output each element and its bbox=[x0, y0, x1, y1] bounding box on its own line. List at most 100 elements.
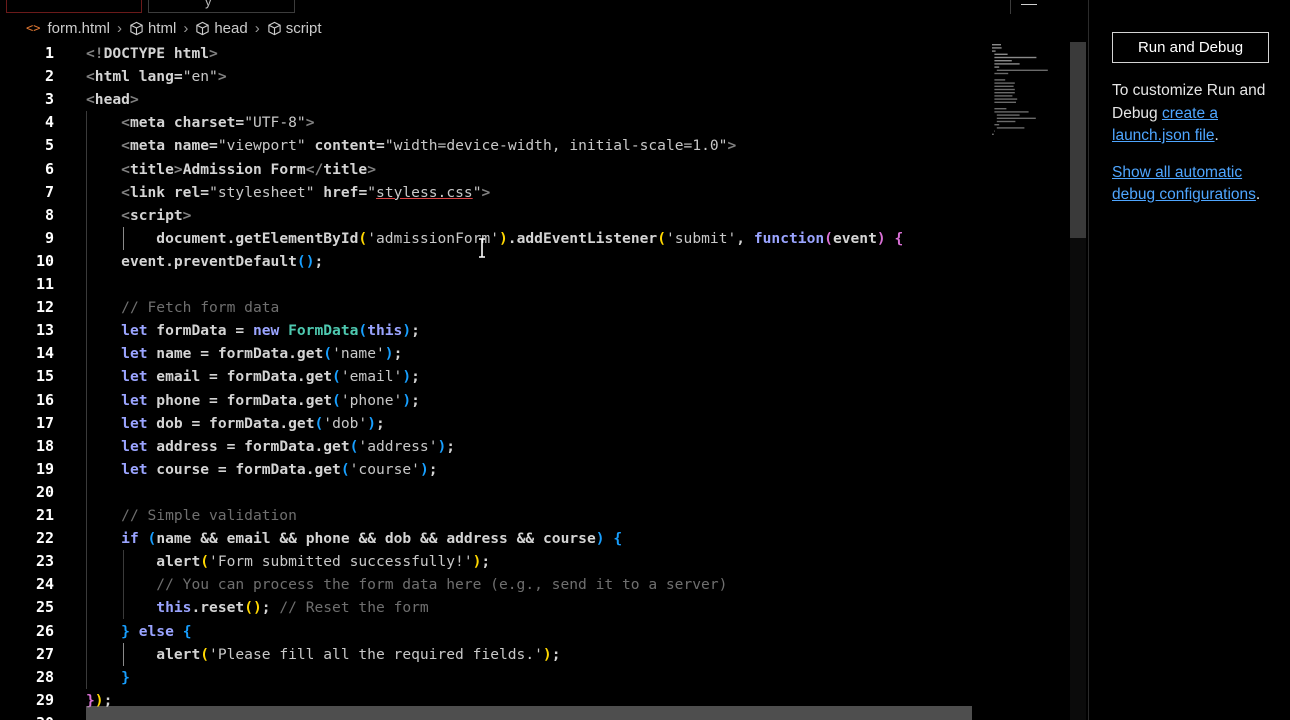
code-line[interactable]: 9 document.getElementById('admissionForm… bbox=[0, 227, 1070, 250]
line-number: 30 bbox=[0, 712, 54, 720]
line-number: 10 bbox=[35, 251, 54, 270]
chevron-right-icon: › bbox=[254, 19, 260, 37]
code-line[interactable]: 5 <meta name="viewport" content="width=d… bbox=[0, 134, 1070, 157]
line-number: 19 bbox=[35, 459, 54, 478]
run-and-debug-button[interactable]: Run and Debug bbox=[1112, 32, 1269, 63]
minimap[interactable] bbox=[988, 42, 1070, 162]
line-number: 29 bbox=[35, 690, 54, 709]
editor-pane: y <> form.html › html › head › script 1 <… bbox=[0, 0, 1089, 720]
minimap-line bbox=[994, 63, 1020, 65]
line-number: 13 bbox=[35, 321, 54, 340]
minimap-line bbox=[994, 53, 1008, 55]
code-text: // Fetch form data bbox=[121, 299, 280, 317]
code-line[interactable]: 8 <script> bbox=[0, 204, 1070, 227]
code-line[interactable]: 19 let course = formData.get('course'); bbox=[0, 458, 1070, 481]
line-number: 22 bbox=[35, 529, 54, 548]
code-line[interactable]: 7 <link rel="stylesheet" href="styless.c… bbox=[0, 181, 1070, 204]
minimap-line bbox=[994, 108, 1007, 110]
minimap-line bbox=[996, 120, 1016, 123]
minimap-line bbox=[996, 117, 1036, 119]
minimap-line bbox=[996, 69, 1048, 71]
line-number: 12 bbox=[35, 298, 54, 317]
code-text: <head> bbox=[86, 91, 139, 109]
code-text: <!DOCTYPE html> bbox=[86, 45, 218, 62]
code-line[interactable]: 14 let name = formData.get('name'); bbox=[0, 342, 1070, 365]
code-text: event.preventDefault(); bbox=[121, 252, 324, 270]
period: . bbox=[1214, 127, 1219, 144]
code-line[interactable]: 4 <meta charset="UTF-8"> bbox=[0, 111, 1070, 134]
indent-guide bbox=[123, 642, 124, 666]
code-line[interactable]: 22 if (name && email && phone && dob && … bbox=[0, 527, 1070, 550]
code-line[interactable]: 12 // Fetch form data bbox=[0, 296, 1070, 319]
line-number: 18 bbox=[35, 436, 54, 455]
code-text: this.reset(); // Reset the form bbox=[156, 599, 429, 617]
breadcrumb-script-label: script bbox=[285, 19, 322, 37]
tab-second[interactable]: y bbox=[148, 0, 295, 13]
code-line[interactable]: 25 this.reset(); // Reset the form bbox=[0, 596, 1070, 619]
minimap-line bbox=[992, 44, 1001, 46]
code-text: <meta charset="UTF-8"> bbox=[121, 114, 315, 132]
code-text: let phone = formData.get('phone'); bbox=[121, 391, 420, 409]
code-line[interactable]: 27 alert('Please fill all the required f… bbox=[0, 643, 1070, 666]
chevron-right-icon: › bbox=[116, 19, 122, 37]
symbol-cube-icon bbox=[196, 21, 209, 35]
code-line[interactable]: 24 // You can process the form data here… bbox=[0, 573, 1070, 596]
code-line[interactable]: 6 <title>Admission Form</title> bbox=[0, 158, 1070, 181]
code-text: <link rel="stylesheet" href="styless.css… bbox=[121, 183, 491, 201]
code-line[interactable]: 18 let address = formData.get('address')… bbox=[0, 435, 1070, 458]
line-number: 6 bbox=[44, 159, 54, 178]
code-line[interactable]: 2 <html lang="en"> bbox=[0, 65, 1070, 88]
show-all-debug-configurations-link[interactable]: Show all automatic debug configurations bbox=[1112, 164, 1256, 204]
line-number: 3 bbox=[44, 90, 54, 109]
code-text: if (name && email && phone && dob && add… bbox=[121, 530, 623, 548]
line-number: 26 bbox=[35, 621, 54, 640]
code-line[interactable]: 13 let formData = new FormData(this); bbox=[0, 319, 1070, 342]
vertical-scrollbar-thumb[interactable] bbox=[1070, 42, 1086, 238]
code-line[interactable]: 28 } bbox=[0, 666, 1070, 689]
horizontal-scrollbar-thumb[interactable] bbox=[86, 706, 972, 720]
code-line[interactable]: 26 } else { bbox=[0, 620, 1070, 643]
code-line[interactable]: 10 event.preventDefault(); bbox=[0, 250, 1070, 273]
code-line[interactable]: 21 // Simple validation bbox=[0, 504, 1070, 527]
code-line[interactable]: 17 let dob = formData.get('dob'); bbox=[0, 412, 1070, 435]
code-editor[interactable]: 1 <!DOCTYPE html> 2 <html lang="en"> 3 <head>… bbox=[0, 42, 1070, 720]
code-text: let name = formData.get('name'); bbox=[121, 345, 403, 363]
breadcrumb-script[interactable]: script bbox=[267, 20, 322, 37]
html-file-icon: <> bbox=[26, 21, 41, 35]
code-line[interactable]: 3 <head> bbox=[0, 88, 1070, 111]
code-text: let course = formData.get('course'); bbox=[121, 460, 438, 478]
indent-guide bbox=[123, 226, 124, 250]
tab-form-html[interactable] bbox=[6, 0, 142, 13]
split-editor-icon bbox=[1021, 0, 1037, 5]
breadcrumb-head[interactable]: head bbox=[195, 19, 248, 37]
code-line[interactable]: 16 let phone = formData.get('phone'); bbox=[0, 389, 1070, 412]
line-number: 23 bbox=[35, 552, 54, 571]
minimap-line bbox=[994, 82, 1015, 84]
tab-second-label: y bbox=[205, 0, 212, 9]
code-line[interactable]: 23 alert('Form submitted successfully!')… bbox=[0, 550, 1070, 573]
code-text: alert('Please fill all the required fiel… bbox=[156, 645, 561, 663]
breadcrumb-head-label: head bbox=[214, 19, 248, 37]
line-number: 15 bbox=[35, 367, 54, 386]
code-line[interactable]: 1 <!DOCTYPE html> bbox=[0, 42, 1070, 65]
minimap-line bbox=[994, 130, 995, 132]
symbol-cube-icon bbox=[130, 21, 143, 35]
minimap-line bbox=[994, 101, 1016, 103]
code-line[interactable]: 20 bbox=[0, 481, 1070, 504]
line-number: 20 bbox=[35, 482, 54, 501]
breadcrumb-html[interactable]: html bbox=[129, 20, 176, 37]
editor-action-button[interactable] bbox=[1010, 0, 1045, 14]
minimap-line bbox=[994, 111, 1029, 113]
vertical-scrollbar[interactable] bbox=[1070, 42, 1086, 720]
code-line[interactable]: 15 let email = formData.get('email'); bbox=[0, 365, 1070, 388]
minimap-line bbox=[994, 124, 1000, 126]
run-debug-sidebar: Run and Debug To customize Run and Debug… bbox=[1089, 0, 1290, 720]
tab-bar: y bbox=[0, 0, 1088, 14]
minimap-line bbox=[996, 127, 1025, 129]
code-line[interactable]: 11 bbox=[0, 273, 1070, 296]
code-text: // Simple validation bbox=[121, 507, 297, 524]
code-text: <title>Admission Form</title> bbox=[121, 160, 377, 178]
code-text: let formData = new FormData(this); bbox=[121, 322, 420, 340]
code-text: } bbox=[121, 668, 130, 686]
breadcrumb-file[interactable]: form.html bbox=[47, 20, 110, 37]
